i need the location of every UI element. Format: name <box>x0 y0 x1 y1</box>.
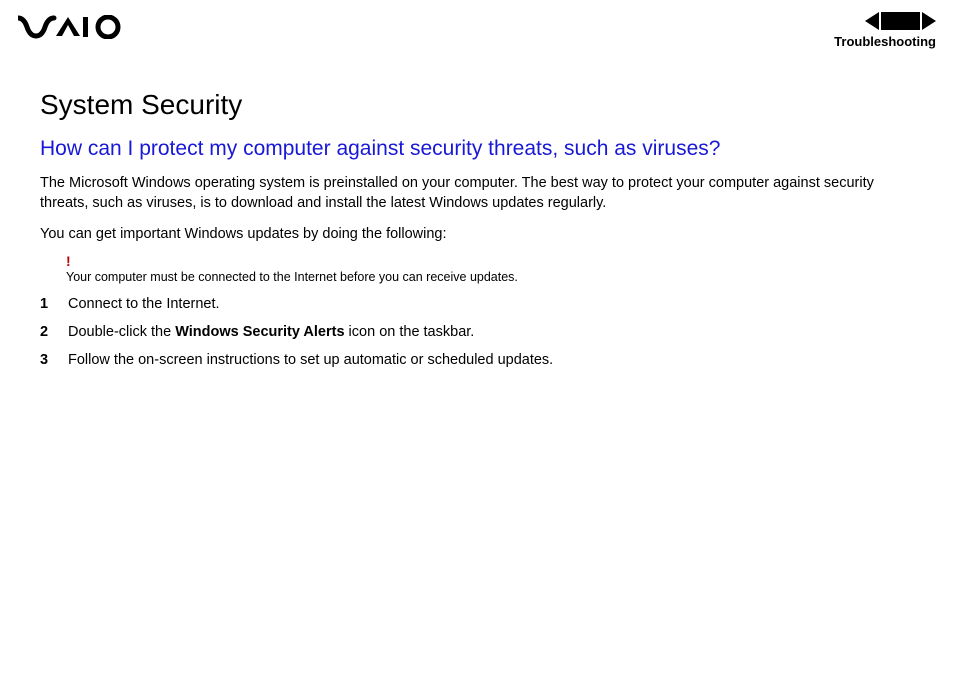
step-item: 3 Follow the on-screen instructions to s… <box>40 350 914 370</box>
alert-icon: ! <box>66 254 914 268</box>
step-item: 1 Connect to the Internet. <box>40 294 914 314</box>
alert-text: Your computer must be connected to the I… <box>66 270 914 284</box>
prev-page-arrow[interactable] <box>865 12 879 30</box>
step-number: 3 <box>40 350 68 370</box>
alert-block: ! Your computer must be connected to the… <box>66 254 914 284</box>
question-heading: How can I protect my computer against se… <box>40 137 914 161</box>
section-name: Troubleshooting <box>834 34 936 49</box>
step-text: Connect to the Internet. <box>68 294 914 314</box>
step-number: 1 <box>40 294 68 314</box>
vaio-logo <box>18 12 128 42</box>
step-text: Follow the on-screen instructions to set… <box>68 350 914 370</box>
paragraph-1: The Microsoft Windows operating system i… <box>40 173 914 214</box>
page-header: 179 Troubleshooting <box>0 0 954 49</box>
header-right: 179 Troubleshooting <box>834 12 936 49</box>
step-number: 2 <box>40 322 68 342</box>
steps-list: 1 Connect to the Internet. 2 Double-clic… <box>40 294 914 371</box>
page-title: System Security <box>40 89 914 121</box>
step-item: 2 Double-click the Windows Security Aler… <box>40 322 914 342</box>
paragraph-2: You can get important Windows updates by… <box>40 224 914 244</box>
step-text: Double-click the Windows Security Alerts… <box>68 322 914 342</box>
next-page-arrow[interactable] <box>922 12 936 30</box>
content: System Security How can I protect my com… <box>0 49 954 371</box>
page-nav: 179 <box>834 12 936 30</box>
page-number: 179 <box>881 12 920 30</box>
